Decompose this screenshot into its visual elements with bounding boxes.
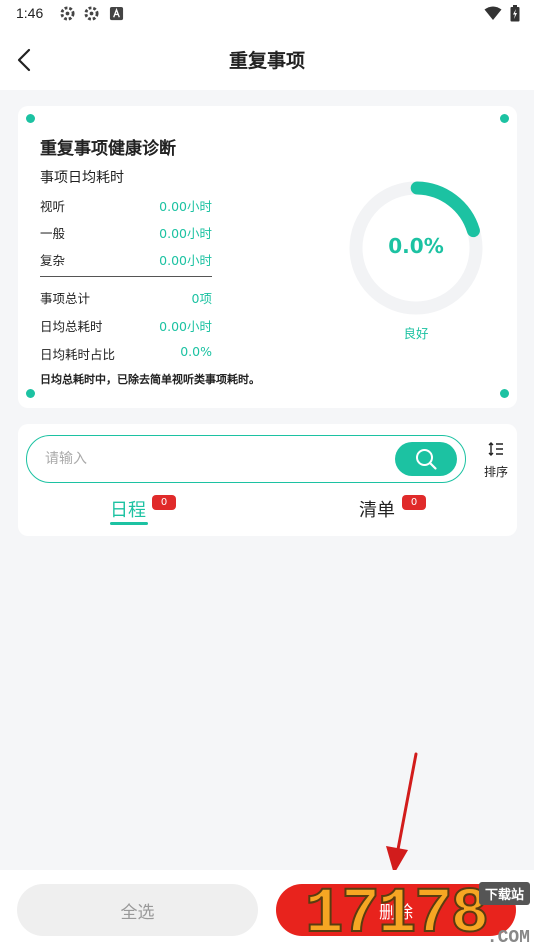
status-time: 1:46 bbox=[16, 5, 44, 21]
summary-value: 0.00小时 bbox=[159, 319, 212, 334]
corner-dot bbox=[500, 114, 509, 123]
select-all-button[interactable]: 全选 bbox=[17, 884, 258, 936]
sort-button[interactable]: 排序 bbox=[478, 441, 514, 481]
stat-label: 一般 bbox=[40, 226, 66, 241]
tab-schedule-badge: 0 bbox=[152, 495, 176, 510]
summary-value: 0.0% bbox=[180, 344, 212, 359]
diagnosis-note: 日均总耗时中，已除去简单视听类事项耗时。 bbox=[40, 373, 260, 386]
summary-label: 日均耗时占比 bbox=[40, 347, 116, 362]
diagnosis-title: 重复事项健康诊断 bbox=[40, 134, 176, 161]
stat-row-audiovisual: 视听 0.00小时 bbox=[40, 196, 212, 214]
stat-row-complex: 复杂 0.00小时 bbox=[40, 250, 212, 268]
wifi-icon bbox=[484, 6, 502, 20]
stat-value: 0.00小时 bbox=[159, 199, 212, 214]
gear-icon bbox=[60, 6, 75, 21]
search-icon bbox=[416, 449, 437, 470]
delete-button[interactable]: 删除 bbox=[276, 884, 516, 936]
status-bar: 1:46 bbox=[0, 0, 534, 28]
a-icon bbox=[109, 6, 124, 21]
nav-bar: 重复事项 bbox=[0, 28, 534, 90]
search-box bbox=[26, 435, 466, 483]
diagnosis-title-text: 重复事项健康诊断 bbox=[40, 139, 176, 159]
stat-label: 视听 bbox=[40, 199, 66, 214]
corner-dot bbox=[26, 114, 35, 123]
diagnosis-subtitle: 事项日均耗时 bbox=[40, 170, 124, 186]
sort-icon bbox=[488, 442, 503, 456]
battery-icon bbox=[510, 5, 520, 22]
tab-list-badge: 0 bbox=[402, 495, 426, 510]
summary-label: 日均总耗时 bbox=[40, 319, 103, 334]
search-button[interactable] bbox=[395, 442, 457, 476]
health-diagnosis-card: 重复事项健康诊断 事项日均耗时 视听 0.00小时 一般 0.00小时 复杂 0… bbox=[18, 106, 517, 408]
summary-row-total: 事项总计 0项 bbox=[40, 288, 212, 306]
summary-value: 0项 bbox=[191, 291, 212, 306]
stat-value: 0.00小时 bbox=[159, 253, 212, 268]
gauge-arc bbox=[410, 181, 480, 238]
tab-list[interactable]: 清单 bbox=[359, 496, 395, 522]
tab-active-indicator bbox=[110, 522, 148, 525]
gauge-value: 0.0% bbox=[388, 234, 444, 258]
bottom-action-bar: 全选 删除 bbox=[0, 870, 534, 950]
stat-label: 复杂 bbox=[40, 253, 66, 268]
divider bbox=[40, 276, 212, 277]
corner-dot bbox=[500, 389, 509, 398]
search-input[interactable] bbox=[45, 446, 385, 472]
stat-value: 0.00小时 bbox=[159, 226, 212, 241]
search-card: 排序 日程 0 清单 0 bbox=[18, 424, 517, 536]
gauge-status: 良好 bbox=[403, 326, 429, 341]
sort-label: 排序 bbox=[483, 465, 508, 479]
summary-row-daily-ratio: 日均耗时占比 0.0% bbox=[40, 344, 212, 362]
annotation-arrow bbox=[386, 752, 418, 874]
summary-label: 事项总计 bbox=[40, 291, 91, 306]
gear-icon bbox=[84, 6, 99, 21]
page-title: 重复事项 bbox=[228, 50, 305, 72]
summary-row-daily-total: 日均总耗时 0.00小时 bbox=[40, 316, 212, 334]
tab-schedule[interactable]: 日程 bbox=[110, 496, 146, 522]
corner-dot bbox=[26, 389, 35, 398]
stat-row-general: 一般 0.00小时 bbox=[40, 223, 212, 241]
